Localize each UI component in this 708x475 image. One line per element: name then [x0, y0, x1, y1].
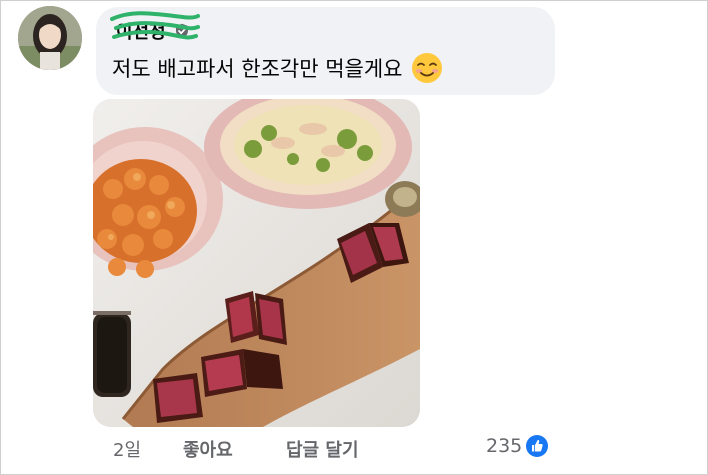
like-button[interactable]: 좋아요 [183, 436, 233, 462]
comment-photo[interactable] [93, 99, 420, 427]
avatar-image [18, 6, 82, 70]
like-reaction-icon [526, 435, 549, 457]
reaction-count: 235 [486, 435, 523, 457]
photo-of-steak-shrimp-pasta [93, 99, 420, 427]
relieved-smile-emoji-icon [411, 53, 442, 83]
comment-text-row: 저도 배고파서 한조각만 먹을게요 [112, 52, 443, 84]
avatar[interactable] [18, 6, 82, 70]
comment-actions: 2일 좋아요 답글 달기 235 [0, 432, 708, 468]
comment-time[interactable]: 2일 [113, 436, 141, 462]
reaction-summary[interactable]: 235 [486, 434, 549, 458]
verified-badge-icon [175, 23, 188, 39]
comment-text: 저도 배고파서 한조각만 먹을게요 [112, 57, 403, 81]
comment-bubble: 이선정 저도 배고파서 한조각만 먹을게요 [96, 7, 555, 95]
author-row: 이선정 [110, 11, 200, 46]
author-name[interactable]: 이선정 [116, 18, 166, 44]
reply-button[interactable]: 답글 달기 [286, 436, 359, 462]
